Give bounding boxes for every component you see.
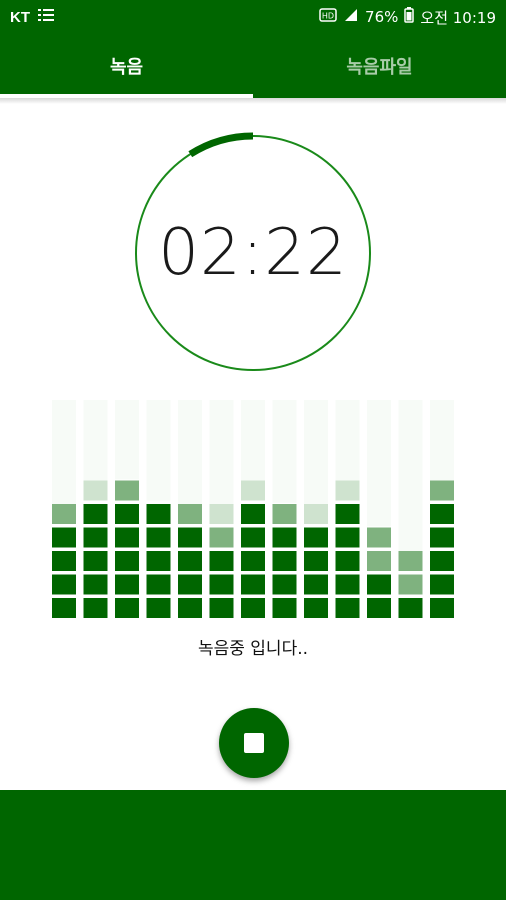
svg-text:HD: HD <box>322 12 334 21</box>
audio-level-visualizer <box>52 400 454 618</box>
visualizer-segment <box>430 574 454 595</box>
visualizer-segment <box>178 598 202 618</box>
visualizer-segment <box>178 574 202 595</box>
visualizer-segment <box>304 504 328 524</box>
visualizer-segment <box>398 574 423 595</box>
visualizer-segment <box>304 598 328 618</box>
visualizer-segment <box>398 598 423 618</box>
visualizer-segment <box>115 574 139 595</box>
visualizer-segment <box>52 551 76 571</box>
visualizer-segment <box>430 527 454 548</box>
stop-icon <box>244 733 264 753</box>
visualizer-segment <box>83 504 108 524</box>
visualizer-segment <box>398 551 423 571</box>
visualizer-segment <box>430 551 454 571</box>
status-bar: KT HD 76% 오전 10:19 <box>0 0 506 34</box>
visualizer-segment <box>146 504 171 524</box>
carrier-label: KT <box>10 8 30 26</box>
visualizer-segment <box>241 551 265 571</box>
recording-status-message: 녹음중 입니다.. <box>197 639 309 659</box>
visualizer-segment <box>367 574 391 595</box>
visualizer-segment <box>335 598 360 618</box>
visualizer-bar-ghost <box>52 400 76 506</box>
timer-display: 02:22 <box>158 216 348 290</box>
visualizer-segment <box>241 527 265 548</box>
visualizer-bar-ghost <box>178 400 202 508</box>
visualizer-segment <box>209 527 234 548</box>
visualizer-bar-ghost <box>209 400 234 517</box>
visualizer-segment <box>52 527 76 548</box>
visualizer-segment <box>367 598 391 618</box>
visualizer-bar-ghost <box>430 400 454 485</box>
visualizer-segment <box>146 551 171 571</box>
visualizer-segment <box>115 480 139 501</box>
visualizer-segment <box>83 574 108 595</box>
visualizer-bar-ghost <box>115 400 139 480</box>
visualizer-segment <box>367 551 391 571</box>
visualizer-segment <box>272 551 297 571</box>
visualizer-segment <box>335 574 360 595</box>
visualizer-segment <box>335 480 360 501</box>
signal-icon <box>343 8 359 26</box>
list-icon <box>38 8 54 26</box>
visualizer-segment <box>430 598 454 618</box>
bottom-bar <box>0 790 506 900</box>
visualizer-segment <box>272 504 297 524</box>
visualizer-segment <box>83 551 108 571</box>
visualizer-segment <box>272 527 297 548</box>
visualizer-segment <box>241 598 265 618</box>
visualizer-segment <box>83 480 108 501</box>
visualizer-segment <box>241 574 265 595</box>
visualizer-segment <box>52 574 76 595</box>
visualizer-segment <box>83 598 108 618</box>
visualizer-segment <box>367 527 391 548</box>
visualizer-segment <box>209 504 234 524</box>
visualizer-segment <box>178 504 202 524</box>
visualizer-bar-ghost <box>367 400 391 527</box>
tab-shadow <box>0 98 506 104</box>
visualizer-bar-ghost <box>398 400 423 557</box>
visualizer-segment <box>178 551 202 571</box>
visualizer-segment <box>430 480 454 501</box>
visualizer-segment <box>146 598 171 618</box>
visualizer-bar-ghost <box>335 400 360 487</box>
visualizer-segment <box>304 574 328 595</box>
visualizer-segment <box>241 480 265 501</box>
visualizer-segment <box>115 527 139 548</box>
tab-bar: 녹음 녹음파일 <box>0 34 506 98</box>
clock: 오전 10:19 <box>420 8 496 27</box>
visualizer-segment <box>430 504 454 524</box>
visualizer-segment <box>272 598 297 618</box>
visualizer-bar-ghost <box>272 400 297 503</box>
stop-button[interactable] <box>219 708 289 778</box>
visualizer-segment <box>115 551 139 571</box>
battery-icon <box>404 7 415 27</box>
timer-dial: 02:22 <box>130 130 376 376</box>
visualizer-segment <box>115 598 139 618</box>
visualizer-segment <box>272 574 297 595</box>
visualizer-segment <box>335 551 360 571</box>
visualizer-segment <box>304 551 328 571</box>
visualizer-segment <box>146 574 171 595</box>
tab-recordings[interactable]: 녹음파일 <box>253 34 506 98</box>
visualizer-segment <box>115 504 139 524</box>
visualizer-segment <box>335 504 360 524</box>
visualizer-bar-ghost <box>304 400 328 510</box>
visualizer-segment <box>83 527 108 548</box>
visualizer-bar-ghost <box>146 400 171 501</box>
tab-record[interactable]: 녹음 <box>0 34 253 98</box>
battery-percent: 76% <box>365 8 399 26</box>
visualizer-segment <box>209 574 234 595</box>
visualizer-segment <box>178 527 202 548</box>
visualizer-segment <box>304 527 328 548</box>
visualizer-segment <box>52 504 76 524</box>
visualizer-segment <box>241 504 265 524</box>
hd-voice-icon: HD <box>319 8 337 26</box>
visualizer-segment <box>146 527 171 548</box>
visualizer-segment <box>335 527 360 548</box>
visualizer-segment <box>209 598 234 618</box>
visualizer-segment <box>209 551 234 571</box>
visualizer-segment <box>52 598 76 618</box>
